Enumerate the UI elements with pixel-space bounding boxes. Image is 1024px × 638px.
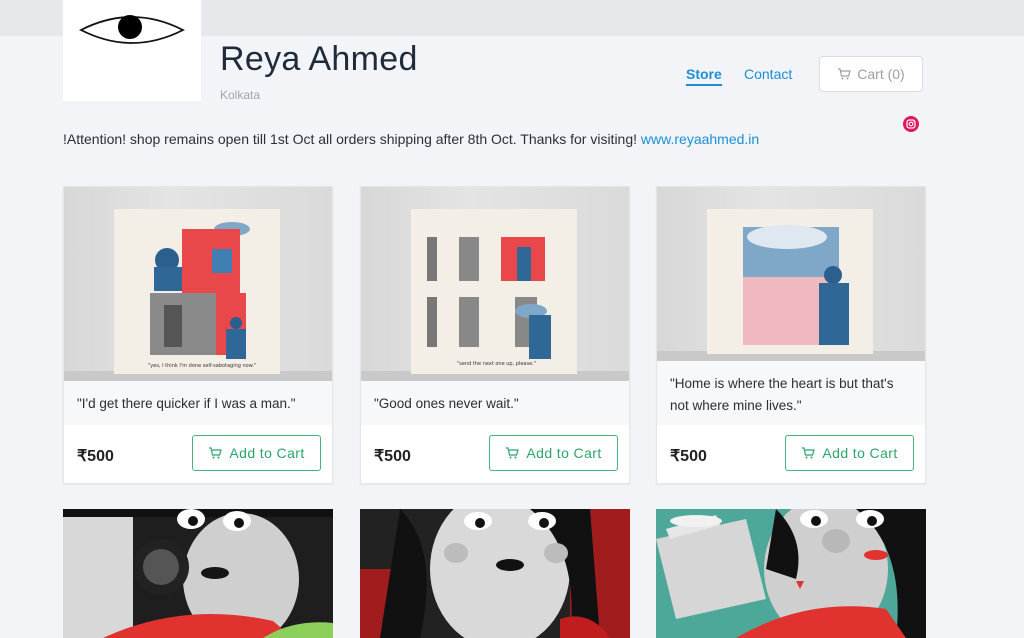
product-card[interactable]: "send the next one up, please." "Good on… xyxy=(360,186,630,484)
store-name: Reya Ahmed xyxy=(220,40,418,78)
nav-contact-link[interactable]: Contact xyxy=(744,66,792,82)
add-to-cart-label: Add to Cart xyxy=(822,445,898,461)
product-image[interactable] xyxy=(63,509,333,638)
cart-icon xyxy=(209,447,223,459)
product-card[interactable] xyxy=(360,509,630,638)
artwork-caption: "send the next one up, please." xyxy=(457,361,537,367)
add-to-cart-button[interactable]: Add to Cart xyxy=(785,435,914,471)
product-artwork xyxy=(361,209,629,381)
add-to-cart-button[interactable]: Add to Cart xyxy=(192,435,321,471)
cart-button[interactable]: Cart (0) xyxy=(819,56,923,92)
add-to-cart-label: Add to Cart xyxy=(526,445,602,461)
add-to-cart-button[interactable]: Add to Cart xyxy=(489,435,618,471)
product-card[interactable] xyxy=(63,509,333,638)
product-image[interactable] xyxy=(656,509,926,638)
product-price: ₹500 xyxy=(670,448,707,465)
product-card[interactable]: "Home is where the heart is but that's n… xyxy=(656,186,926,484)
product-image[interactable] xyxy=(657,187,925,361)
product-price: ₹500 xyxy=(77,448,114,465)
notice-text: !Attention! shop remains open till 1st O… xyxy=(63,131,641,147)
product-image[interactable]: "send the next one up, please." xyxy=(361,187,629,381)
product-artwork xyxy=(657,209,925,361)
product-artwork xyxy=(64,209,332,381)
store-logo[interactable] xyxy=(63,0,201,101)
product-card[interactable] xyxy=(656,509,926,638)
product-image[interactable] xyxy=(360,509,630,638)
notice-website-link[interactable]: www.reyaahmed.in xyxy=(641,131,759,147)
product-caption: "Home is where the heart is but that's n… xyxy=(657,361,925,425)
add-to-cart-label: Add to Cart xyxy=(229,445,305,461)
announcement-notice: !Attention! shop remains open till 1st O… xyxy=(63,131,759,147)
product-price: ₹500 xyxy=(374,448,411,465)
cart-icon xyxy=(506,447,520,459)
eye-logo-icon xyxy=(79,15,185,44)
product-caption: "Good ones never wait." xyxy=(361,381,629,425)
instagram-icon xyxy=(906,119,916,129)
cart-icon xyxy=(802,447,816,459)
cart-label: Cart (0) xyxy=(857,66,905,82)
product-caption: "I'd get there quicker if I was a man." xyxy=(64,381,332,425)
instagram-link[interactable] xyxy=(903,116,919,132)
product-image[interactable]: "yes, I think I'm done self-sabotaging n… xyxy=(64,187,332,381)
store-city: Kolkata xyxy=(220,88,261,102)
artwork-caption: "yes, I think I'm done self-sabotaging n… xyxy=(148,363,257,369)
nav-store-link[interactable]: Store xyxy=(686,66,722,86)
product-card[interactable]: "yes, I think I'm done self-sabotaging n… xyxy=(63,186,333,484)
cart-icon xyxy=(838,68,852,80)
